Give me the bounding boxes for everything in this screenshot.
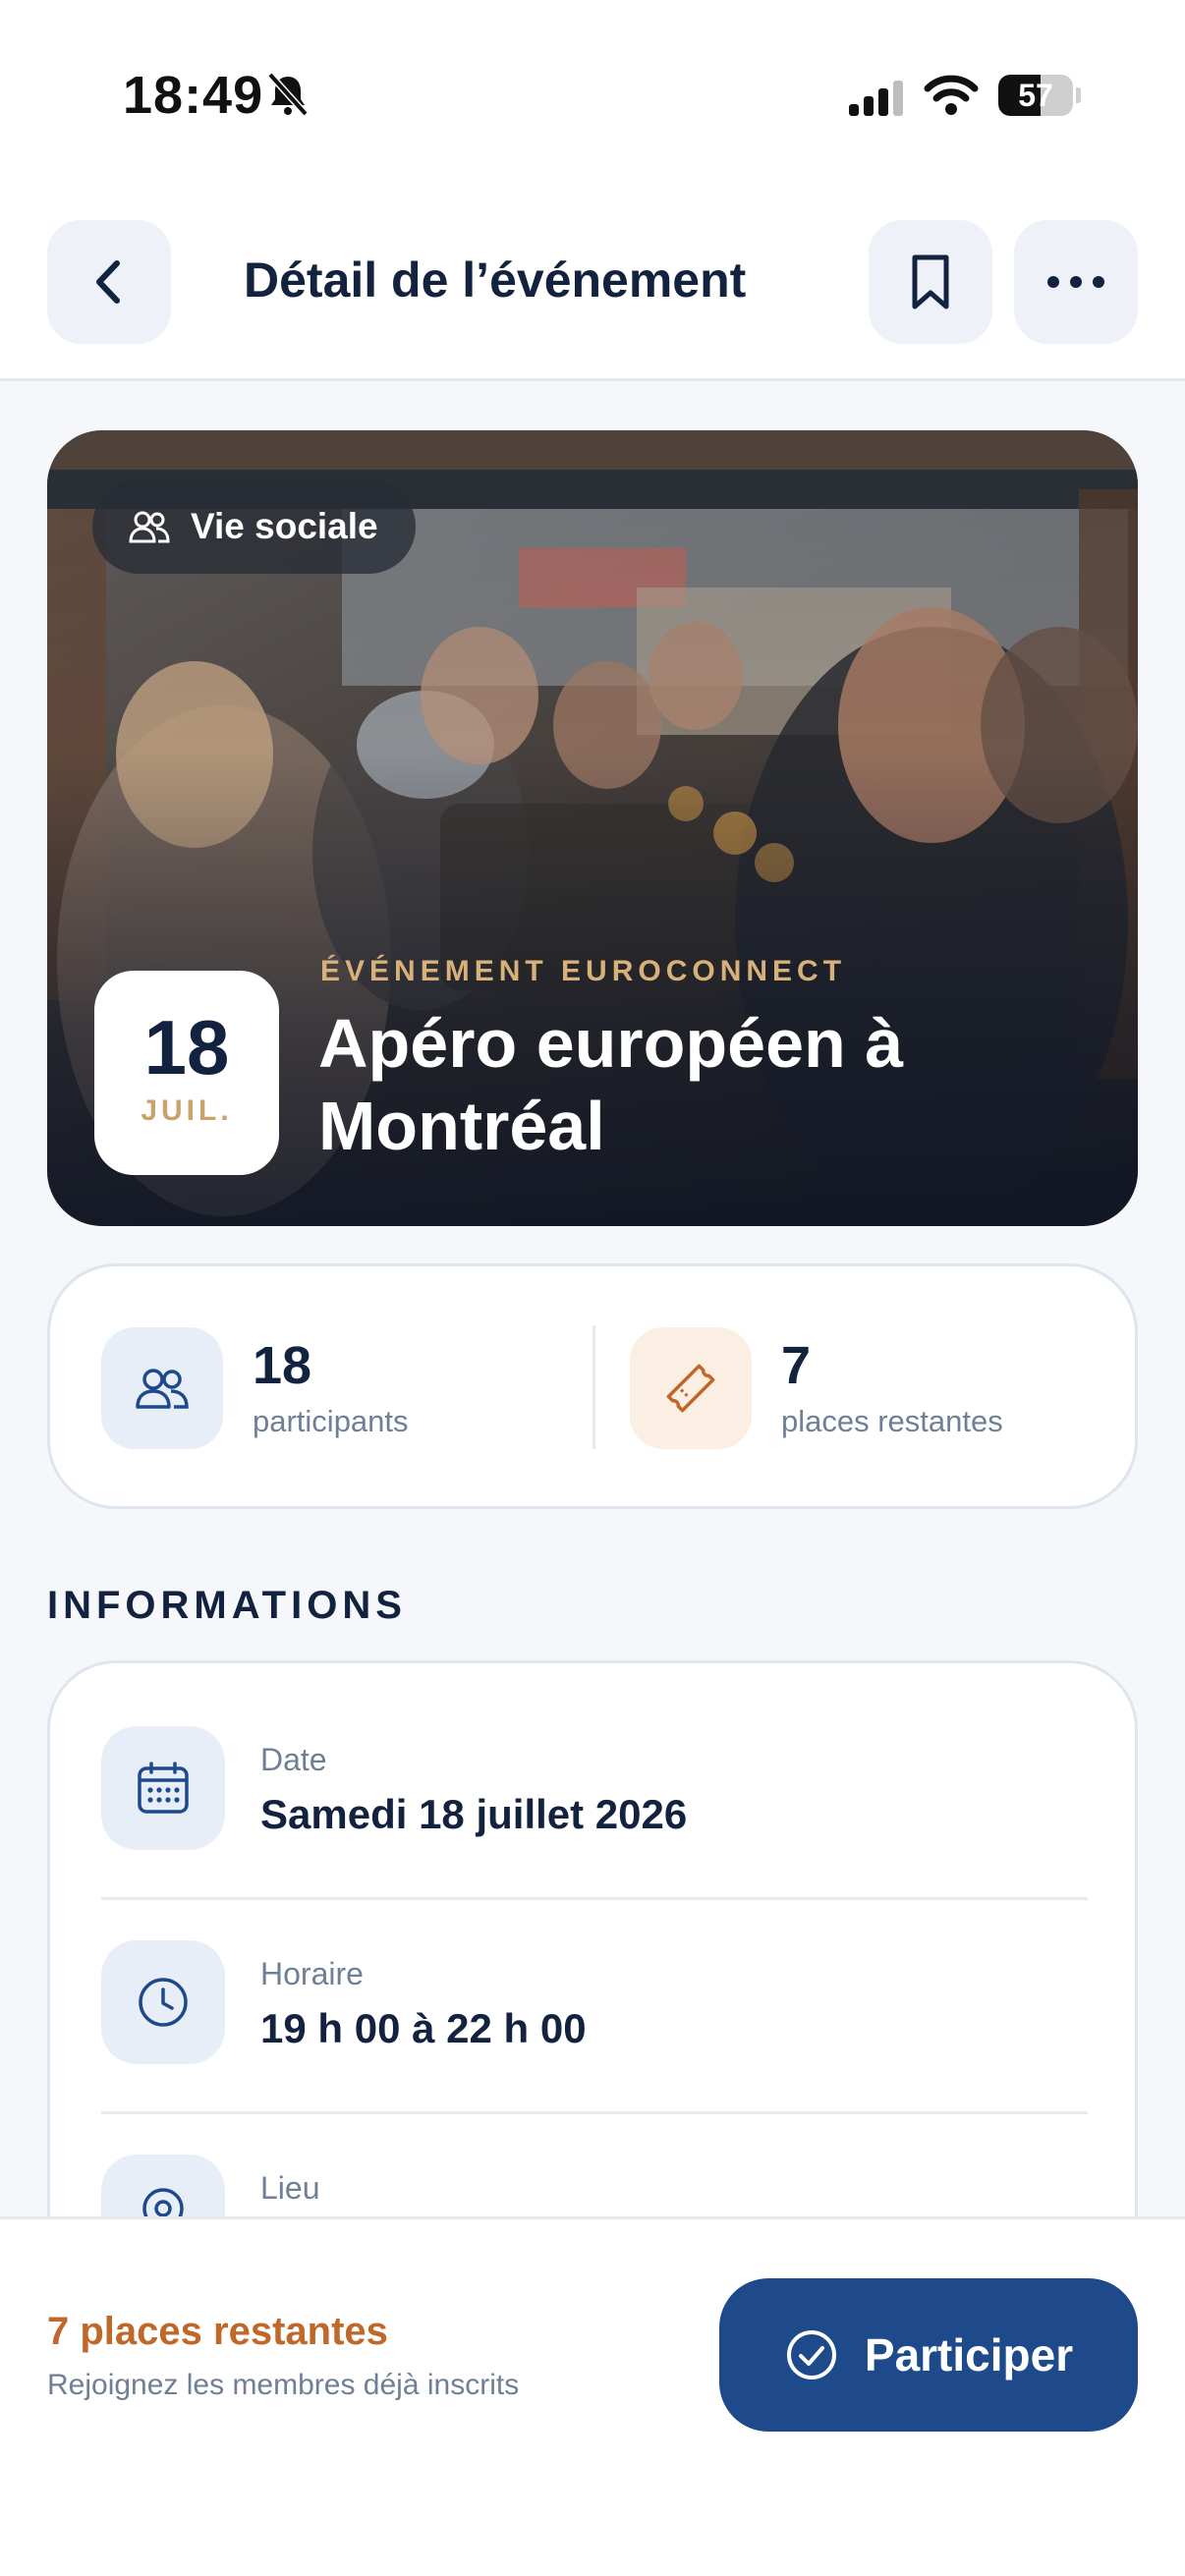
info-value: 19 h 00 à 22 h 00 xyxy=(260,2005,587,2051)
calendar-icon-tile xyxy=(101,1726,225,1850)
bookmark-icon xyxy=(912,254,949,309)
check-circle-icon xyxy=(786,2330,836,2380)
back-button[interactable] xyxy=(47,220,171,344)
ellipsis-icon xyxy=(1047,276,1104,288)
section-heading-informations: INFORMATIONS xyxy=(47,1584,407,1627)
status-time: 18:49 xyxy=(123,66,264,125)
battery-percent: 57 xyxy=(1018,78,1053,113)
info-label: Lieu xyxy=(260,2170,320,2206)
calendar-icon xyxy=(138,1762,189,1814)
app-header: Détail de l’événement xyxy=(0,187,1185,381)
participants-count: 18 xyxy=(253,1336,312,1395)
event-hero-card: Vie sociale 18 JUIL. ÉVÉNEMENT EUROCONNE… xyxy=(47,430,1138,1226)
participants-icon-tile xyxy=(101,1327,223,1449)
status-bar: 18:49 57 xyxy=(0,0,1185,187)
participate-button[interactable]: Participer xyxy=(719,2278,1138,2432)
bell-muted-icon xyxy=(267,72,309,117)
info-row-time: Horaire 19 h 00 à 22 h 00 xyxy=(50,1877,1141,2092)
cellular-signal-icon xyxy=(849,81,903,116)
wifi-icon xyxy=(924,75,979,115)
ticket-icon xyxy=(666,1364,715,1413)
event-title: Apéro européen à Montréal xyxy=(318,1005,904,1164)
places-icon-tile xyxy=(630,1327,752,1449)
event-organizer-label: ÉVÉNEMENT EUROCONNECT xyxy=(320,955,847,987)
stats-divider xyxy=(592,1325,595,1449)
info-label: Date xyxy=(260,1742,327,1777)
stats-card: 18 participants 7 places restantes xyxy=(47,1263,1138,1509)
clock-icon xyxy=(139,1978,188,2027)
clock-icon-tile xyxy=(101,1940,225,2064)
places-label: places restantes xyxy=(781,1404,1003,1438)
bookmark-button[interactable] xyxy=(869,220,992,344)
date-badge: 18 JUIL. xyxy=(94,971,279,1175)
bottom-action-bar: 7 places restantes Rejoignez les membres… xyxy=(0,2216,1185,2576)
date-day: 18 xyxy=(143,1004,230,1091)
page-title: Détail de l’événement xyxy=(244,252,747,308)
date-month: JUIL. xyxy=(141,1094,233,1127)
chevron-left-icon xyxy=(96,260,120,304)
more-options-button[interactable] xyxy=(1014,220,1138,344)
category-chip[interactable]: Vie sociale xyxy=(92,479,416,574)
info-row-date: Date Samedi 18 juillet 2026 xyxy=(50,1663,1141,1877)
people-icon xyxy=(136,1369,189,1409)
remaining-places-text: 7 places restantes xyxy=(47,2310,388,2353)
places-count: 7 xyxy=(781,1336,812,1395)
battery-indicator: 57 xyxy=(998,75,1081,116)
info-value: Samedi 18 juillet 2026 xyxy=(260,1791,688,1837)
info-label: Horaire xyxy=(260,1956,364,1991)
category-label: Vie sociale xyxy=(191,506,378,546)
participate-button-label: Participer xyxy=(864,2329,1074,2380)
people-icon xyxy=(129,511,170,543)
participants-label: participants xyxy=(253,1404,409,1438)
remaining-places-subtitle: Rejoignez les membres déjà inscrits xyxy=(47,2369,520,2401)
